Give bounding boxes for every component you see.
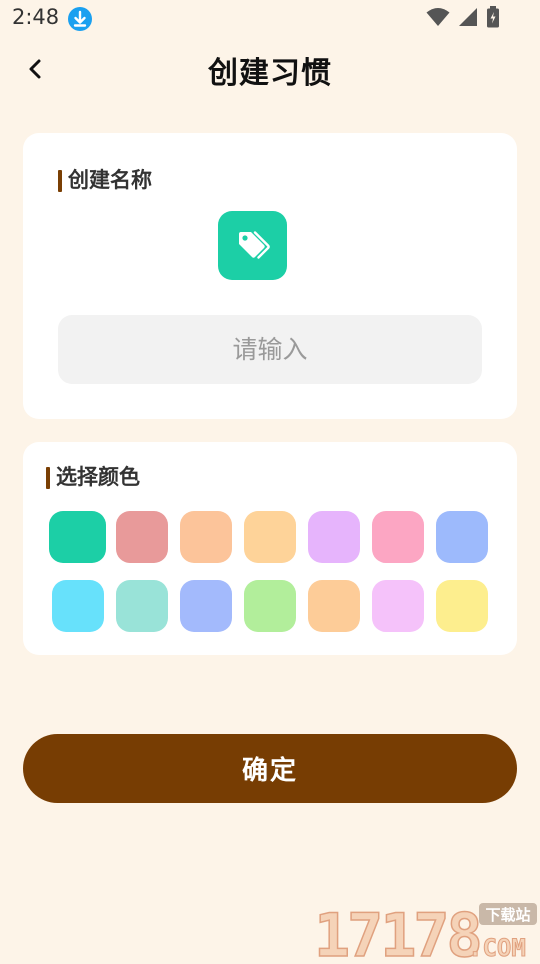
color-swatch[interactable] <box>180 580 232 632</box>
color-swatch[interactable] <box>52 580 104 632</box>
habit-name-input[interactable] <box>58 315 482 384</box>
status-bar: 2:48 <box>0 0 540 38</box>
color-section-title: 选择颜色 <box>46 465 140 489</box>
color-swatch[interactable] <box>372 580 424 632</box>
signal-icon <box>458 7 478 27</box>
color-swatch[interactable] <box>180 511 232 563</box>
svg-text:下载站: 下载站 <box>485 906 530 924</box>
color-swatch[interactable] <box>436 511 488 563</box>
color-swatch[interactable] <box>372 511 424 563</box>
svg-text:17178: 17178 <box>314 901 480 960</box>
svg-text:.COM: .COM <box>468 934 526 960</box>
tag-icon <box>238 230 270 259</box>
watermark-logo: 17178 .COM 下载站 <box>313 898 540 964</box>
confirm-button[interactable]: 确定 <box>23 734 517 803</box>
name-section-title: 创建名称 <box>58 168 152 192</box>
name-card: 创建名称 <box>23 133 517 419</box>
color-swatch[interactable] <box>308 580 360 632</box>
page-title: 创建习惯 <box>208 56 332 91</box>
battery-icon <box>486 6 500 28</box>
color-swatch[interactable] <box>436 580 488 632</box>
habit-icon-button[interactable] <box>218 211 287 280</box>
status-time: 2:48 <box>12 5 60 29</box>
color-swatch[interactable] <box>116 580 168 632</box>
download-icon <box>68 7 92 31</box>
color-swatch[interactable] <box>244 580 296 632</box>
color-card: 选择颜色 <box>23 442 517 655</box>
color-swatch[interactable] <box>308 511 360 563</box>
color-swatch[interactable] <box>116 511 168 563</box>
wifi-icon <box>426 7 450 27</box>
color-swatch[interactable] <box>244 511 296 563</box>
color-swatch[interactable] <box>49 511 106 563</box>
